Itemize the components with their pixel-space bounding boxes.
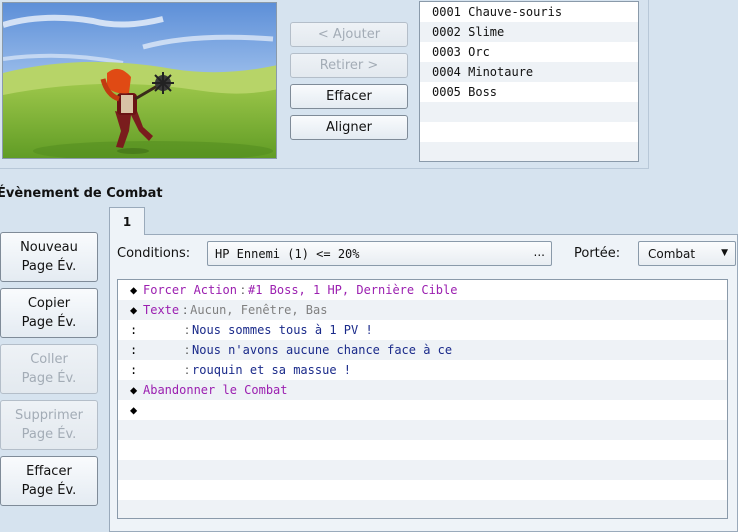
command-separator: : [183,303,188,317]
continuation-marker: : [130,363,138,377]
new-page-label-2: Page Év. [21,259,77,274]
list-item[interactable]: 0004 Minotaure [420,62,638,82]
command-marker-icon: ◆ [130,303,138,317]
command-args: Nous sommes tous à 1 PV ! [192,323,373,337]
add-button[interactable]: < Ajouter [290,22,408,47]
span-select[interactable]: Combat ▼ [638,241,736,266]
command-args: Nous n'avons aucune chance face à ce [192,343,453,357]
command-name: Abandonner le Combat [143,383,288,397]
copy-page-label-1: Copier [27,296,71,311]
conditions-more-button[interactable]: ... [534,245,545,259]
command-separator: : [185,363,190,377]
event-command-row[interactable]: ◆ Abandonner le Combat [118,380,727,400]
event-command-row[interactable]: :: rouquin et sa massue ! [118,360,727,380]
paste-page-button[interactable]: Coller Page Év. [0,344,98,394]
align-button[interactable]: Aligner [290,115,408,140]
event-command-row[interactable]: ◆ Forcer Action: #1 Boss, 1 HP, Dernière C… [118,280,727,300]
new-page-button[interactable]: Nouveau Page Év. [0,232,98,282]
battle-event-title: Évènement de Combat [0,186,163,201]
battleback-image [3,3,276,158]
copy-page-label-2: Page Év. [21,315,77,330]
event-command-list[interactable]: ◆ Forcer Action: #1 Boss, 1 HP, Dernière C… [117,279,728,519]
command-separator: : [185,323,190,337]
continuation-marker: : [130,323,138,337]
chevron-down-icon: ▼ [721,248,728,258]
list-item[interactable]: 0005 Boss [420,82,638,102]
conditions-label: Conditions: [117,246,191,261]
clear-page-label-1: Effacer [26,464,72,479]
enemy-list[interactable]: 0001 Chauve-souris 0002 Slime 0003 Orc 0… [419,1,639,162]
command-name: Texte [143,303,180,317]
continuation-marker: : [130,343,138,357]
span-label: Portée: [574,246,621,261]
paste-page-label-1: Coller [30,352,68,367]
delete-page-label-2: Page Év. [21,427,77,442]
new-page-label-1: Nouveau [20,240,78,255]
command-separator: : [240,283,245,297]
command-marker-icon: ◆ [130,283,138,297]
list-item[interactable] [420,122,638,142]
command-args: Aucun, Fenêtre, Bas [190,303,328,317]
clear-button[interactable]: Effacer [290,84,408,109]
list-item[interactable] [420,102,638,122]
command-name: Forcer Action [143,283,237,297]
troop-preview[interactable] [2,2,277,159]
event-command-row[interactable]: :: Nous sommes tous à 1 PV ! [118,320,727,340]
list-item[interactable]: 0003 Orc [420,42,638,62]
delete-page-label-1: Supprimer [15,408,83,423]
event-command-row[interactable] [118,440,727,460]
clear-page-label-2: Page Év. [21,483,77,498]
span-value: Combat [648,246,696,261]
event-command-row[interactable]: ◆ Texte: Aucun, Fenêtre, Bas [118,300,727,320]
command-marker-icon: ◆ [130,383,138,397]
conditions-field[interactable]: HP Ennemi (1) <= 20% ... [207,241,552,266]
list-item[interactable]: 0002 Slime [420,22,638,42]
list-item[interactable] [420,142,638,161]
remove-button[interactable]: Retirer > [290,53,408,78]
command-marker-icon: ◆ [130,403,138,417]
delete-page-button[interactable]: Supprimer Page Év. [0,400,98,450]
clear-page-button[interactable]: Effacer Page Év. [0,456,98,506]
troop-panel: < Ajouter Retirer > Effacer Aligner 0001… [0,0,649,169]
list-item[interactable]: 0001 Chauve-souris [420,2,638,22]
conditions-value: HP Ennemi (1) <= 20% [215,246,360,261]
command-separator: : [185,343,190,357]
event-command-row[interactable] [118,480,727,500]
command-args: rouquin et sa massue ! [192,363,351,377]
paste-page-label-2: Page Év. [21,371,77,386]
tab-page-1[interactable]: 1 [109,207,145,235]
event-command-row[interactable] [118,420,727,440]
event-command-row[interactable]: :: Nous n'avons aucune chance face à ce [118,340,727,360]
command-args: #1 Boss, 1 HP, Dernière Cible [247,283,458,297]
copy-page-button[interactable]: Copier Page Év. [0,288,98,338]
event-command-row[interactable] [118,460,727,480]
event-command-row[interactable] [118,500,727,518]
event-command-row[interactable]: ◆ [118,400,727,420]
